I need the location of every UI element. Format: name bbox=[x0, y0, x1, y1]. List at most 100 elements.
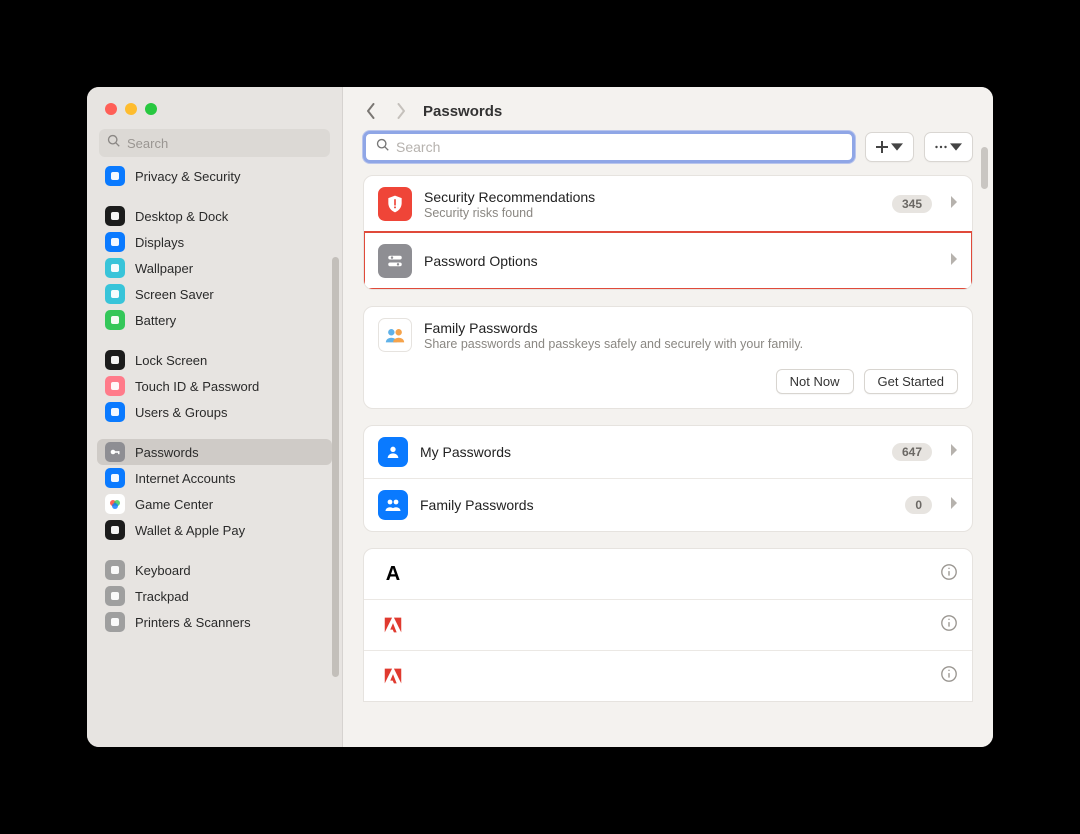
sidebar-item-passwords[interactable]: Passwords bbox=[97, 439, 332, 465]
back-button[interactable] bbox=[363, 101, 379, 121]
sidebar-item-label: Internet Accounts bbox=[135, 471, 235, 486]
sidebar-item-trackpad[interactable]: Trackpad bbox=[97, 583, 332, 609]
sidebar-item-users-groups[interactable]: Users & Groups bbox=[97, 399, 332, 425]
security-recommendations-row[interactable]: Security Recommendations Security risks … bbox=[364, 176, 972, 232]
screensaver-icon bbox=[105, 284, 125, 304]
family-subtitle: Share passwords and passkeys safely and … bbox=[424, 337, 958, 351]
family-passwords-promo: Family Passwords Share passwords and pas… bbox=[364, 307, 972, 363]
sidebar-item-desktop-dock[interactable]: Desktop & Dock bbox=[97, 203, 332, 229]
sidebar-item-label: Displays bbox=[135, 235, 184, 250]
at-icon bbox=[105, 468, 125, 488]
sidebar-item-label: Wallpaper bbox=[135, 261, 193, 276]
sidebar-search[interactable] bbox=[99, 129, 330, 157]
family-title: Family Passwords bbox=[424, 320, 958, 336]
sidebar-item-label: Game Center bbox=[135, 497, 213, 512]
password-options-row[interactable]: Password Options bbox=[364, 232, 972, 289]
get-started-button[interactable]: Get Started bbox=[864, 369, 958, 394]
key-icon bbox=[105, 442, 125, 462]
toolbar bbox=[343, 131, 993, 175]
sidebar-item-label: Battery bbox=[135, 313, 176, 328]
site-favicon: A bbox=[378, 559, 408, 589]
main-scrollbar[interactable] bbox=[981, 147, 988, 189]
sidebar-item-lock-screen[interactable]: Lock Screen bbox=[97, 347, 332, 373]
sidebar-list: Privacy & Security Desktop & Dock Displays… bbox=[87, 163, 342, 747]
info-icon[interactable] bbox=[940, 563, 958, 586]
sidebar-item-wallpaper[interactable]: Wallpaper bbox=[97, 255, 332, 281]
group-count: 647 bbox=[892, 443, 932, 461]
gamecenter-icon bbox=[105, 494, 125, 514]
password-entry-row[interactable] bbox=[364, 599, 972, 650]
toggles-icon bbox=[378, 244, 412, 278]
sidebar-search-input[interactable] bbox=[127, 136, 322, 151]
search-icon bbox=[107, 134, 121, 153]
person-icon bbox=[378, 437, 408, 467]
password-entry-row[interactable]: A bbox=[364, 549, 972, 599]
security-card: Security Recommendations Security risks … bbox=[363, 175, 973, 290]
people-icon bbox=[378, 490, 408, 520]
sun-icon bbox=[105, 232, 125, 252]
sidebar-item-keyboard[interactable]: Keyboard bbox=[97, 557, 332, 583]
password-entry-row[interactable] bbox=[364, 650, 972, 701]
sidebar-item-label: Touch ID & Password bbox=[135, 379, 259, 394]
search-icon bbox=[376, 138, 390, 157]
entry-label-redacted bbox=[420, 611, 928, 639]
sidebar-item-label: Passwords bbox=[135, 445, 199, 460]
sidebar-item-label: Printers & Scanners bbox=[135, 615, 251, 630]
sidebar-item-game-center[interactable]: Game Center bbox=[97, 491, 332, 517]
not-now-button[interactable]: Not Now bbox=[776, 369, 854, 394]
group-label: My Passwords bbox=[420, 444, 880, 460]
close-window-button[interactable] bbox=[105, 103, 117, 115]
sidebar-item-label: Trackpad bbox=[135, 589, 189, 604]
chevron-right-icon bbox=[950, 496, 958, 514]
sidebar-item-wallet-apple-pay[interactable]: Wallet & Apple Pay bbox=[97, 517, 332, 543]
sidebar-item-touch-id-password[interactable]: Touch ID & Password bbox=[97, 373, 332, 399]
fingerprint-icon bbox=[105, 376, 125, 396]
minimize-window-button[interactable] bbox=[125, 103, 137, 115]
group-label: Family Passwords bbox=[420, 497, 893, 513]
zoom-window-button[interactable] bbox=[145, 103, 157, 115]
security-recs-title: Security Recommendations bbox=[424, 189, 880, 205]
keyboard-icon bbox=[105, 560, 125, 580]
main-panel: Passwords bbox=[343, 87, 993, 747]
site-favicon bbox=[378, 661, 408, 691]
password-group-row[interactable]: Family Passwords0 bbox=[364, 478, 972, 531]
chevron-down-icon bbox=[891, 141, 903, 153]
info-icon[interactable] bbox=[940, 665, 958, 688]
entry-label-redacted bbox=[420, 560, 928, 588]
forward-button[interactable] bbox=[393, 101, 409, 121]
content: Security Recommendations Security risks … bbox=[343, 175, 993, 747]
plus-icon bbox=[876, 141, 888, 153]
family-card: Family Passwords Share passwords and pas… bbox=[363, 306, 973, 409]
site-favicon bbox=[378, 610, 408, 640]
sidebar-scrollbar[interactable] bbox=[332, 257, 339, 677]
info-icon[interactable] bbox=[940, 614, 958, 637]
settings-window: Privacy & Security Desktop & Dock Displays… bbox=[87, 87, 993, 747]
chevron-right-icon bbox=[950, 443, 958, 461]
flower-icon bbox=[105, 258, 125, 278]
sidebar-item-battery[interactable]: Battery bbox=[97, 307, 332, 333]
sidebar-item-displays[interactable]: Displays bbox=[97, 229, 332, 255]
add-button[interactable] bbox=[865, 132, 914, 162]
sidebar-item-internet-accounts[interactable]: Internet Accounts bbox=[97, 465, 332, 491]
sidebar-item-label: Desktop & Dock bbox=[135, 209, 228, 224]
sidebar-item-label: Wallet & Apple Pay bbox=[135, 523, 245, 538]
family-icon bbox=[378, 318, 412, 352]
ellipsis-icon bbox=[935, 141, 947, 153]
main-search-input[interactable] bbox=[396, 139, 842, 155]
users-icon bbox=[105, 402, 125, 422]
page-title: Passwords bbox=[423, 103, 502, 120]
chevron-down-icon bbox=[950, 141, 962, 153]
sidebar: Privacy & Security Desktop & Dock Displays… bbox=[87, 87, 343, 747]
security-recs-count: 345 bbox=[892, 195, 932, 213]
lock-icon bbox=[105, 350, 125, 370]
main-search[interactable] bbox=[363, 131, 855, 163]
sidebar-item-privacy-security[interactable]: Privacy & Security bbox=[97, 163, 332, 189]
more-button[interactable] bbox=[924, 132, 973, 162]
sidebar-item-printers-scanners[interactable]: Printers & Scanners bbox=[97, 609, 332, 635]
header: Passwords bbox=[343, 87, 993, 131]
password-groups-card: My Passwords 647 Family Passwords0 bbox=[363, 425, 973, 532]
sidebar-item-screen-saver[interactable]: Screen Saver bbox=[97, 281, 332, 307]
shield-alert-icon bbox=[378, 187, 412, 221]
trackpad-icon bbox=[105, 586, 125, 606]
password-group-row[interactable]: My Passwords 647 bbox=[364, 426, 972, 478]
